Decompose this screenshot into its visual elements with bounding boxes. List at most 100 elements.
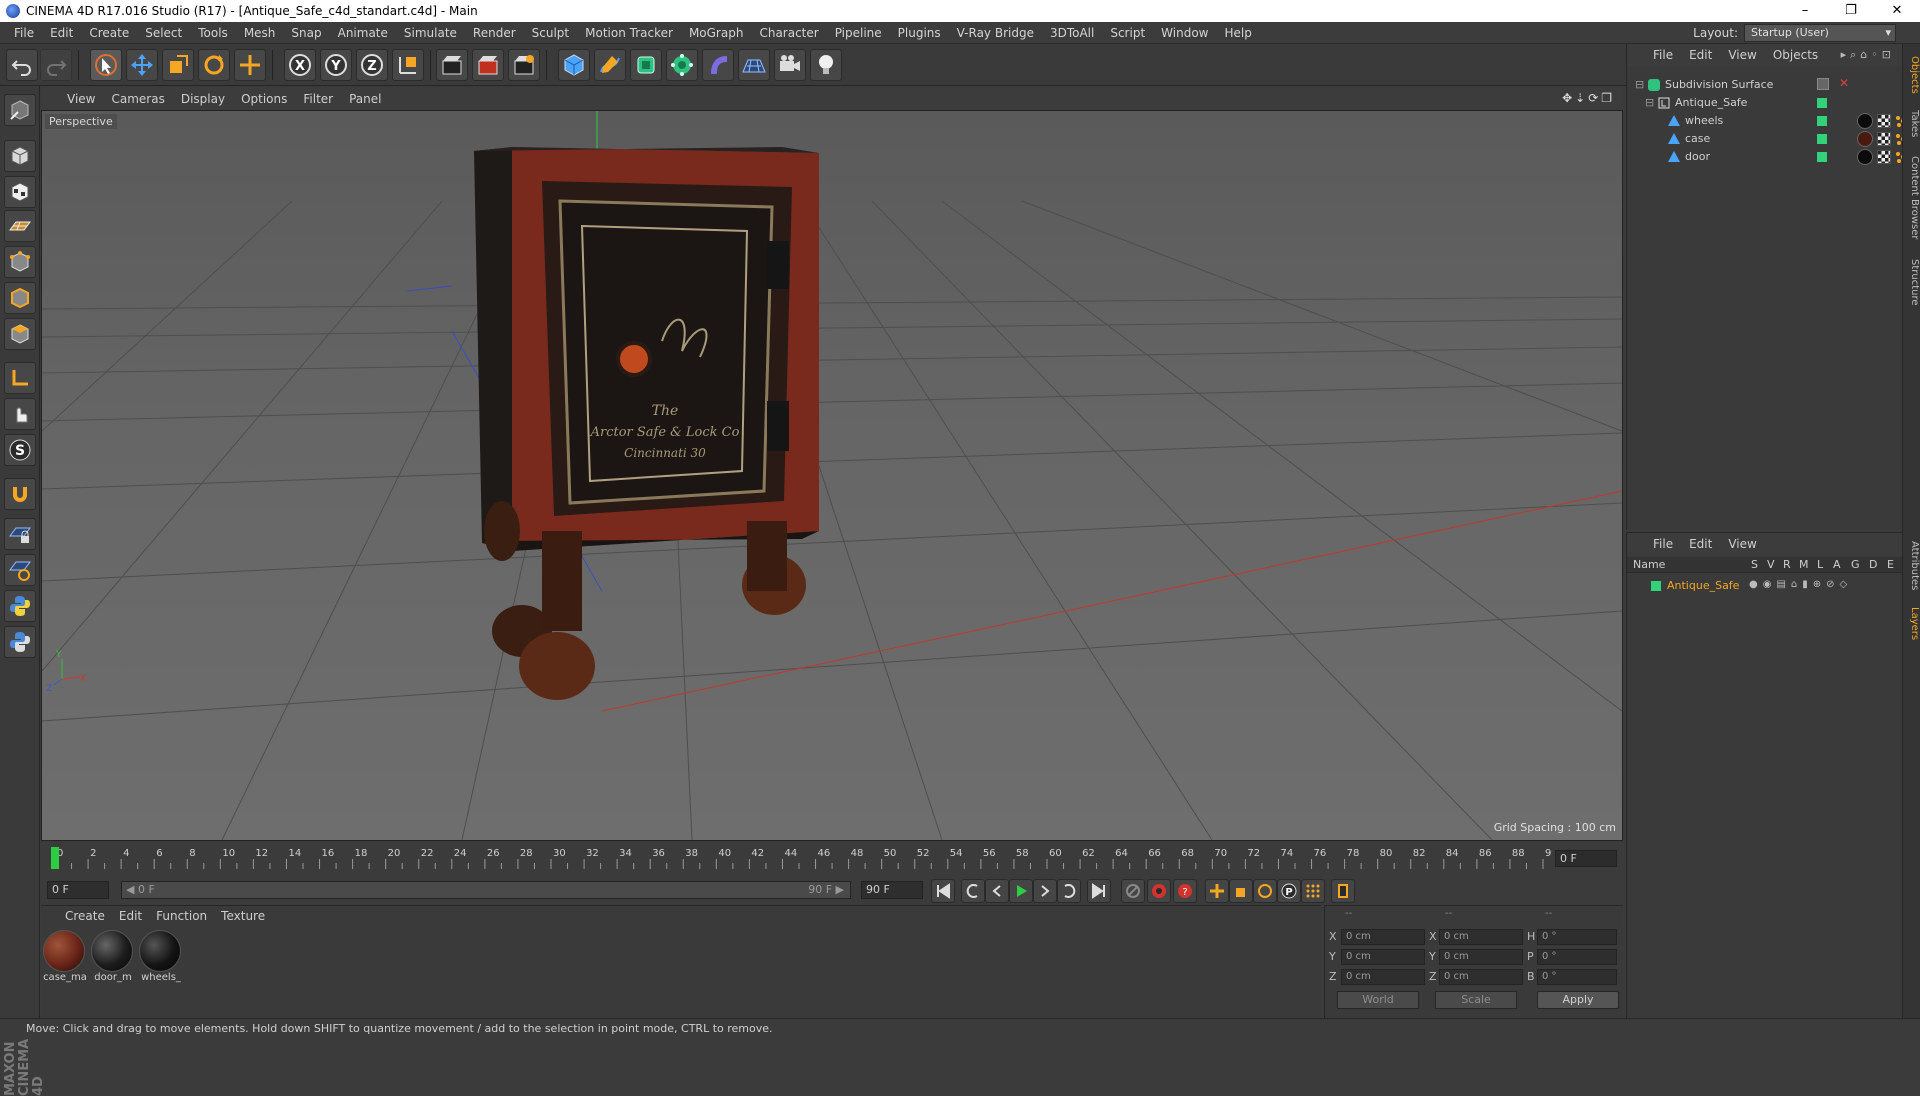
object-row[interactable]: wheels — [1627, 112, 1905, 130]
next-key-button[interactable] — [1057, 879, 1081, 903]
menu-animate[interactable]: Animate — [330, 26, 396, 40]
menu-file[interactable]: File — [6, 26, 42, 40]
size-y-field[interactable]: 0 cm — [1439, 949, 1523, 965]
tab-takes[interactable]: Takes — [1904, 104, 1920, 144]
menu-help[interactable]: Help — [1216, 26, 1259, 40]
coordinate-system-button[interactable] — [392, 49, 424, 81]
play-button[interactable] — [1009, 879, 1033, 903]
material-menu-function[interactable]: Function — [156, 909, 207, 923]
redo-button[interactable] — [40, 49, 72, 81]
close-button[interactable]: ✕ — [1874, 0, 1920, 22]
add-light-button[interactable] — [810, 49, 842, 81]
start-frame-field[interactable]: 0 F — [47, 881, 109, 899]
object-menu-objects[interactable]: Objects — [1773, 48, 1818, 62]
material-tag-icon[interactable] — [1857, 149, 1873, 165]
object-menu-file[interactable]: File — [1653, 48, 1673, 62]
viewport-nav-icons[interactable]: ✥⇣⟳❐ — [1562, 91, 1615, 105]
material-tag-icon[interactable] — [1857, 131, 1873, 147]
rot-h-field[interactable]: 0 ° — [1537, 929, 1617, 945]
viewport-menu-display[interactable]: Display — [181, 92, 235, 106]
layer-color-swatch[interactable] — [1651, 581, 1661, 591]
viewport-menu-options[interactable]: Options — [241, 92, 297, 106]
object-row[interactable]: door — [1627, 148, 1905, 166]
tab-content-browser[interactable]: Content Browser — [1904, 148, 1920, 248]
z-axis-lock-button[interactable]: Z — [356, 49, 388, 81]
texture-tag-icon[interactable] — [1877, 114, 1891, 128]
material-menu-edit[interactable]: Edit — [119, 909, 142, 923]
menu-simulate[interactable]: Simulate — [396, 26, 465, 40]
layer-color-swatch[interactable] — [1817, 152, 1827, 162]
points-mode-button[interactable] — [4, 246, 36, 278]
material-menu-texture[interactable]: Texture — [221, 909, 265, 923]
end-frame-field[interactable]: 90 F — [861, 881, 923, 899]
material-menu-create[interactable]: Create — [65, 909, 105, 923]
menu-motion-tracker[interactable]: Motion Tracker — [577, 26, 681, 40]
y-axis-lock-button[interactable]: Y — [320, 49, 352, 81]
layer-menu-view[interactable]: View — [1728, 537, 1756, 551]
layer-row[interactable]: Antique_Safe ●◉▤⌂▮⊕⊘◇ — [1627, 577, 1903, 595]
x-axis-lock-button[interactable]: X — [284, 49, 316, 81]
size-x-field[interactable]: 0 cm — [1439, 929, 1523, 945]
menu-vray-bridge[interactable]: V-Ray Bridge — [949, 26, 1042, 40]
tab-attributes[interactable]: Attributes — [1904, 534, 1920, 598]
move-tool-button[interactable] — [126, 49, 158, 81]
object-manager-search-icons[interactable]: ▸⌕⌂◦⊡ — [1841, 48, 1895, 62]
model-mode-button[interactable] — [4, 140, 36, 172]
apply-button[interactable]: Apply — [1537, 991, 1619, 1009]
menu-mesh[interactable]: Mesh — [236, 26, 284, 40]
material-tag-icon[interactable] — [1857, 113, 1873, 129]
timeline-window-button[interactable] — [1331, 879, 1355, 903]
pos-z-field[interactable]: 0 cm — [1341, 969, 1425, 985]
maximize-button[interactable]: ❐ — [1828, 0, 1874, 22]
current-frame-field[interactable]: 0 F — [1555, 850, 1617, 867]
add-spline-button[interactable] — [594, 49, 626, 81]
viewport-menu-panel[interactable]: Panel — [349, 92, 391, 106]
layer-toggle-icons[interactable]: ●◉▤⌂▮⊕⊘◇ — [1749, 579, 1852, 590]
coordinate-mode-dropdown[interactable]: Scale — [1435, 991, 1517, 1009]
layout-select[interactable]: Startup (User) ▾ — [1744, 24, 1896, 42]
rotate-tool-button[interactable] — [198, 49, 230, 81]
layer-menu-edit[interactable]: Edit — [1689, 537, 1712, 551]
next-frame-button[interactable] — [1033, 879, 1057, 903]
key-scale-button[interactable] — [1229, 879, 1253, 903]
antique-safe-model[interactable] — [474, 147, 819, 700]
render-settings-button[interactable] — [508, 49, 540, 81]
key-pla-button[interactable] — [1301, 879, 1325, 903]
key-rotation-button[interactable] — [1253, 879, 1277, 903]
viewport-menu-cameras[interactable]: Cameras — [111, 92, 174, 106]
make-editable-button[interactable] — [4, 94, 36, 126]
live-selection-button[interactable] — [90, 49, 122, 81]
layer-menu-file[interactable]: File — [1653, 537, 1673, 551]
menu-pipeline[interactable]: Pipeline — [827, 26, 890, 40]
camera-label[interactable]: Perspective — [45, 114, 117, 129]
menu-edit[interactable]: Edit — [42, 26, 81, 40]
viewport-menu-filter[interactable]: Filter — [303, 92, 343, 106]
pos-x-field[interactable]: 0 cm — [1341, 929, 1425, 945]
edges-mode-button[interactable] — [4, 282, 36, 314]
add-subdivision-button[interactable] — [630, 49, 662, 81]
menu-mograph[interactable]: MoGraph — [681, 26, 752, 40]
menu-window[interactable]: Window — [1153, 26, 1216, 40]
layer-color-swatch[interactable] — [1817, 116, 1827, 126]
tab-layers[interactable]: Layers — [1904, 602, 1920, 646]
add-cube-button[interactable] — [558, 49, 590, 81]
add-floor-button[interactable] — [738, 49, 770, 81]
layer-color-swatch[interactable] — [1817, 98, 1827, 108]
tree-toggle-icon[interactable]: ⊟ — [1645, 96, 1654, 109]
add-camera-button[interactable] — [774, 49, 806, 81]
pos-y-field[interactable]: 0 cm — [1341, 949, 1425, 965]
tab-objects[interactable]: Objects — [1904, 50, 1920, 100]
minimize-button[interactable]: – — [1782, 0, 1828, 22]
transform-tool-button[interactable] — [234, 49, 266, 81]
python-console-button[interactable] — [4, 626, 36, 658]
texture-tag-icon[interactable] — [1877, 150, 1891, 164]
visibility-off-icon[interactable]: ✕ — [1839, 76, 1849, 90]
material-swatch[interactable]: door_m — [91, 930, 135, 988]
menu-create[interactable]: Create — [81, 26, 137, 40]
size-z-field[interactable]: 0 cm — [1439, 969, 1523, 985]
enable-checkbox[interactable] — [1817, 78, 1829, 90]
perspective-viewport[interactable]: Y X Z The Arctor Safe & Lock Co Cincinna… — [41, 110, 1623, 841]
rot-p-field[interactable]: 0 ° — [1537, 949, 1617, 965]
menu-script[interactable]: Script — [1102, 26, 1153, 40]
tab-structure[interactable]: Structure — [1904, 252, 1920, 312]
